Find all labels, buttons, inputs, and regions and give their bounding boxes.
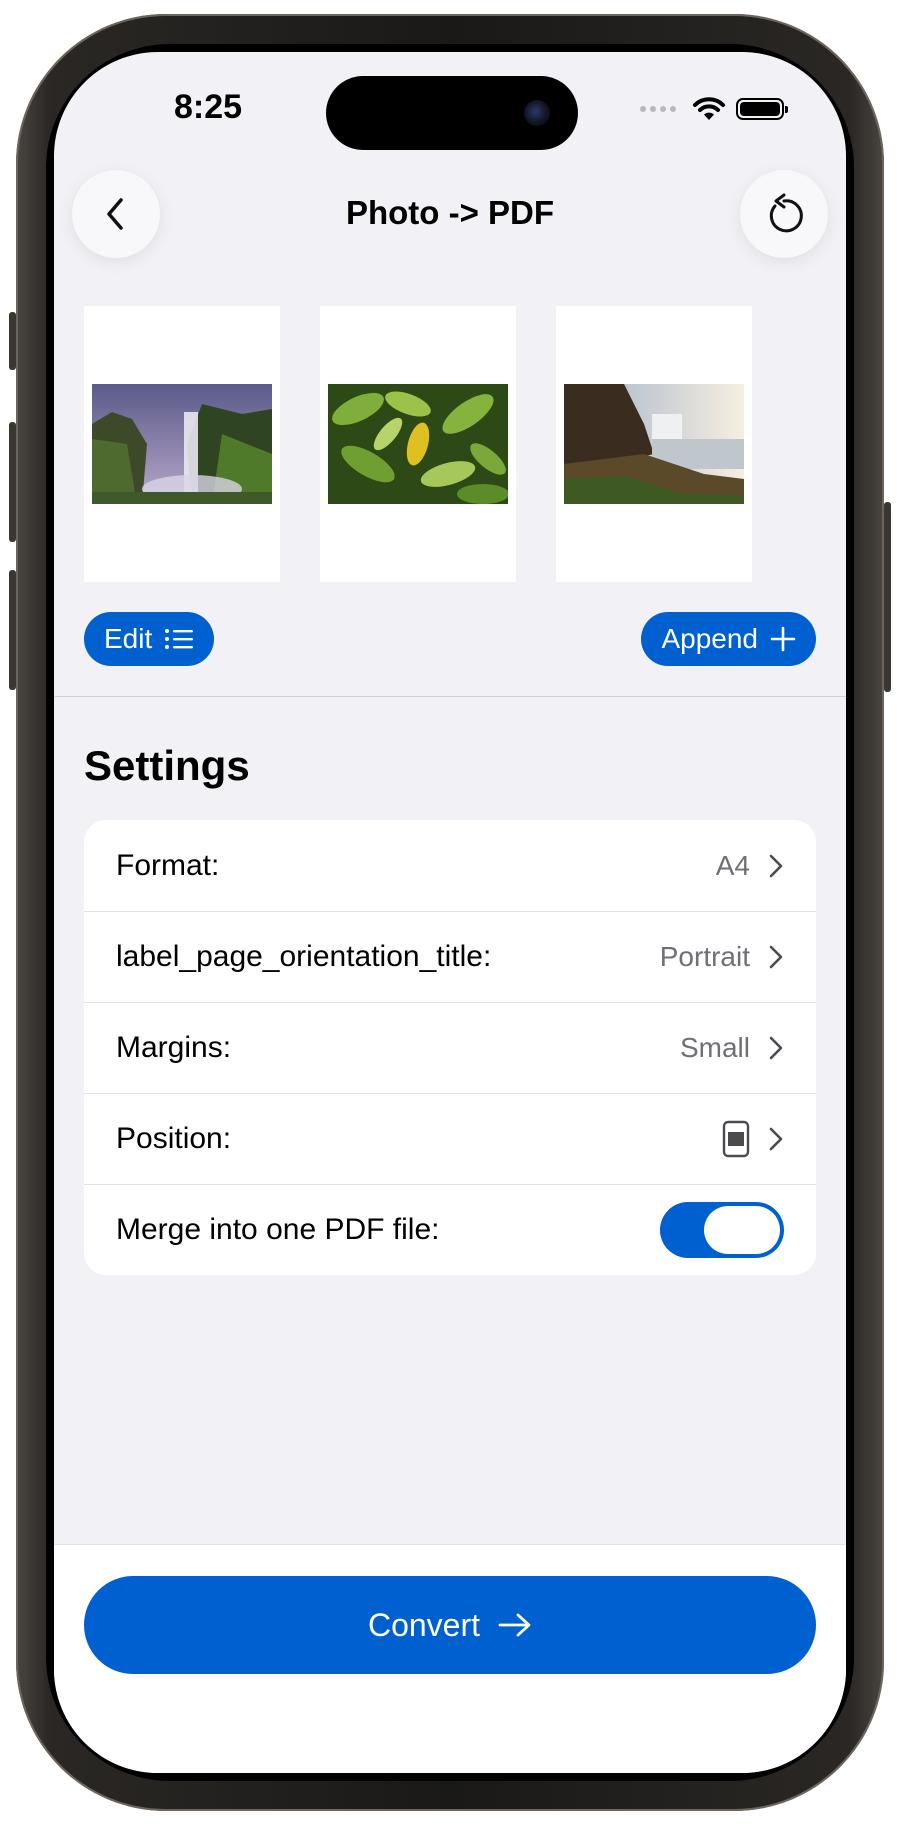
leaves-photo xyxy=(328,384,508,504)
cellular-signal-icon xyxy=(640,106,676,112)
status-indicators xyxy=(640,96,788,122)
power-button xyxy=(884,502,891,692)
edit-button[interactable]: Edit xyxy=(84,612,215,666)
waterfall-photo xyxy=(92,384,272,504)
chevron-right-icon xyxy=(769,945,783,968)
page-thumbnail-waterfall[interactable] xyxy=(84,306,280,582)
dynamic-island xyxy=(326,76,578,150)
merge-toggle[interactable] xyxy=(660,1201,784,1258)
position-label: Position: xyxy=(116,1121,232,1155)
volume-down-button xyxy=(9,570,16,690)
page-thumbnail-leaves[interactable] xyxy=(320,306,516,582)
plus-icon xyxy=(770,626,796,652)
orientation-row[interactable]: label_page_orientation_title: Portrait xyxy=(84,911,816,1002)
append-label: Append xyxy=(661,623,758,654)
list-icon xyxy=(165,629,194,649)
margins-row[interactable]: Margins: Small xyxy=(84,1002,816,1093)
append-button[interactable]: Append xyxy=(641,612,816,666)
margins-value: Small xyxy=(679,1031,750,1063)
convert-label: Convert xyxy=(367,1606,481,1643)
battery-icon xyxy=(736,98,788,120)
orientation-label: label_page_orientation_title: xyxy=(116,939,492,973)
page-thumbnail-coast-waterfall[interactable] xyxy=(556,306,752,582)
chevron-right-icon xyxy=(769,1127,783,1150)
chevron-right-icon xyxy=(769,1036,783,1059)
format-value: A4 xyxy=(715,849,750,881)
wifi-icon xyxy=(693,97,725,120)
arrow-right-icon xyxy=(498,1613,531,1637)
settings-title: Settings xyxy=(84,742,250,789)
reset-button[interactable] xyxy=(740,170,828,258)
chevron-right-icon xyxy=(769,854,783,877)
screen: 8:25 Photo -> PDF Edit Append Settings F… xyxy=(54,52,846,1773)
margins-label: Margins: xyxy=(116,1030,232,1064)
format-row[interactable]: Format: A4 xyxy=(84,820,816,911)
page-title: Photo -> PDF xyxy=(345,194,555,231)
coast-waterfall-photo xyxy=(564,384,744,504)
edit-label: Edit xyxy=(104,623,153,654)
position-row[interactable]: Position: xyxy=(84,1093,816,1184)
action-button xyxy=(9,312,16,370)
merge-label: Merge into one PDF file: xyxy=(116,1212,440,1246)
convert-button[interactable]: Convert xyxy=(84,1576,816,1674)
divider xyxy=(54,696,846,697)
settings-card: Format: A4 label_page_orientation_title:… xyxy=(84,820,816,1275)
position-center-icon xyxy=(722,1120,750,1157)
status-time: 8:25 xyxy=(173,88,243,126)
volume-up-button xyxy=(9,422,16,542)
toggle-knob xyxy=(704,1205,780,1254)
merge-row: Merge into one PDF file: xyxy=(84,1184,816,1275)
page-thumbnails xyxy=(84,306,752,582)
orientation-value: Portrait xyxy=(659,940,750,972)
format-label: Format: xyxy=(116,848,220,882)
rotate-ccw-icon xyxy=(769,193,803,233)
camera-icon xyxy=(524,100,550,126)
